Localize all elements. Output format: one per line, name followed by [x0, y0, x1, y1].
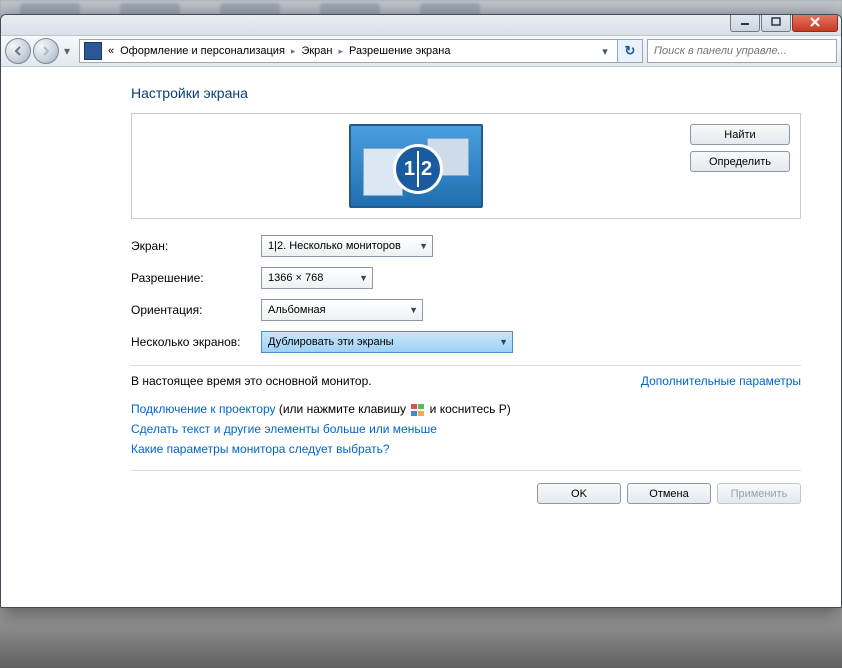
resolution-select[interactable]: 1366 × 768 ▼: [261, 267, 373, 289]
breadcrumb-seg2[interactable]: Экран: [301, 45, 332, 57]
divider: [131, 365, 801, 366]
windows-key-icon: [411, 404, 424, 416]
detect-button[interactable]: Найти: [690, 124, 790, 145]
display-preview[interactable]: 1 2: [142, 124, 690, 208]
apply-button[interactable]: Применить: [717, 483, 801, 504]
screen-select[interactable]: 1|2. Несколько мониторов ▼: [261, 235, 433, 257]
control-panel-icon: [84, 42, 102, 60]
chevron-down-icon: ▼: [401, 305, 418, 315]
control-panel-window: ▾ « Оформление и персонализация ▸ Экран …: [0, 14, 842, 608]
content-area: Настройки экрана 1 2: [1, 67, 841, 607]
breadcrumb-prefix: «: [108, 45, 114, 57]
ok-button[interactable]: OK: [537, 483, 621, 504]
text-size-link[interactable]: Сделать текст и другие элементы больше и…: [131, 422, 437, 436]
page-title: Настройки экрана: [131, 85, 801, 101]
navigation-bar: ▾ « Оформление и персонализация ▸ Экран …: [1, 36, 841, 67]
resolution-select-value: 1366 × 768: [268, 272, 323, 284]
search-box[interactable]: [647, 39, 837, 63]
cancel-button[interactable]: Отмена: [627, 483, 711, 504]
monitor-number-separator: [417, 151, 419, 187]
projector-link[interactable]: Подключение к проектору: [131, 402, 276, 416]
monitor-number-badge: 1 2: [393, 144, 443, 194]
maximize-button[interactable]: [761, 14, 791, 32]
monitor-thumbnail[interactable]: 1 2: [349, 124, 483, 208]
resolution-label: Разрешение:: [131, 271, 261, 285]
nav-history-dropdown[interactable]: ▾: [61, 40, 73, 62]
chevron-down-icon: ▼: [411, 241, 428, 251]
search-input[interactable]: [652, 44, 832, 58]
dialog-buttons: OK Отмена Применить: [131, 470, 801, 504]
which-params-link[interactable]: Какие параметры монитора следует выбрать…: [131, 442, 390, 456]
monitor-1-number: 1: [404, 158, 415, 181]
nav-back-button[interactable]: [5, 38, 31, 64]
refresh-button[interactable]: ↻: [618, 39, 643, 63]
orientation-select-value: Альбомная: [268, 304, 326, 316]
breadcrumb-seg3[interactable]: Разрешение экрана: [349, 45, 450, 57]
chevron-right-icon[interactable]: ▸: [338, 46, 343, 57]
screen-label: Экран:: [131, 239, 261, 253]
multiple-displays-value: Дублировать эти экраны: [268, 336, 394, 348]
chevron-down-icon: ▼: [351, 273, 368, 283]
screen-select-value: 1|2. Несколько мониторов: [268, 240, 401, 252]
close-button[interactable]: [792, 14, 838, 32]
identify-button[interactable]: Определить: [690, 151, 790, 172]
projector-hint-1: (или нажмите клавишу: [276, 402, 410, 416]
window-titlebar: [1, 15, 841, 36]
primary-monitor-status: В настоящее время это основной монитор.: [131, 374, 372, 388]
bottom-shadow: [0, 608, 842, 668]
projector-hint-2: и коснитесь P): [426, 402, 510, 416]
multiple-displays-label: Несколько экранов:: [131, 335, 261, 349]
minimize-button[interactable]: [730, 14, 760, 32]
chevron-down-icon: ▼: [491, 337, 508, 347]
address-dropdown-icon[interactable]: ▾: [597, 45, 613, 58]
chevron-right-icon[interactable]: ▸: [291, 46, 296, 57]
address-bar[interactable]: « Оформление и персонализация ▸ Экран ▸ …: [79, 39, 618, 63]
multiple-displays-select[interactable]: Дублировать эти экраны ▼: [261, 331, 513, 353]
monitor-2-number: 2: [421, 158, 432, 181]
orientation-select[interactable]: Альбомная ▼: [261, 299, 423, 321]
orientation-label: Ориентация:: [131, 303, 261, 317]
breadcrumb-seg1[interactable]: Оформление и персонализация: [120, 45, 285, 57]
nav-forward-button[interactable]: [33, 38, 59, 64]
advanced-settings-link[interactable]: Дополнительные параметры: [641, 374, 801, 388]
display-preview-frame: 1 2 Найти Определить: [131, 113, 801, 219]
